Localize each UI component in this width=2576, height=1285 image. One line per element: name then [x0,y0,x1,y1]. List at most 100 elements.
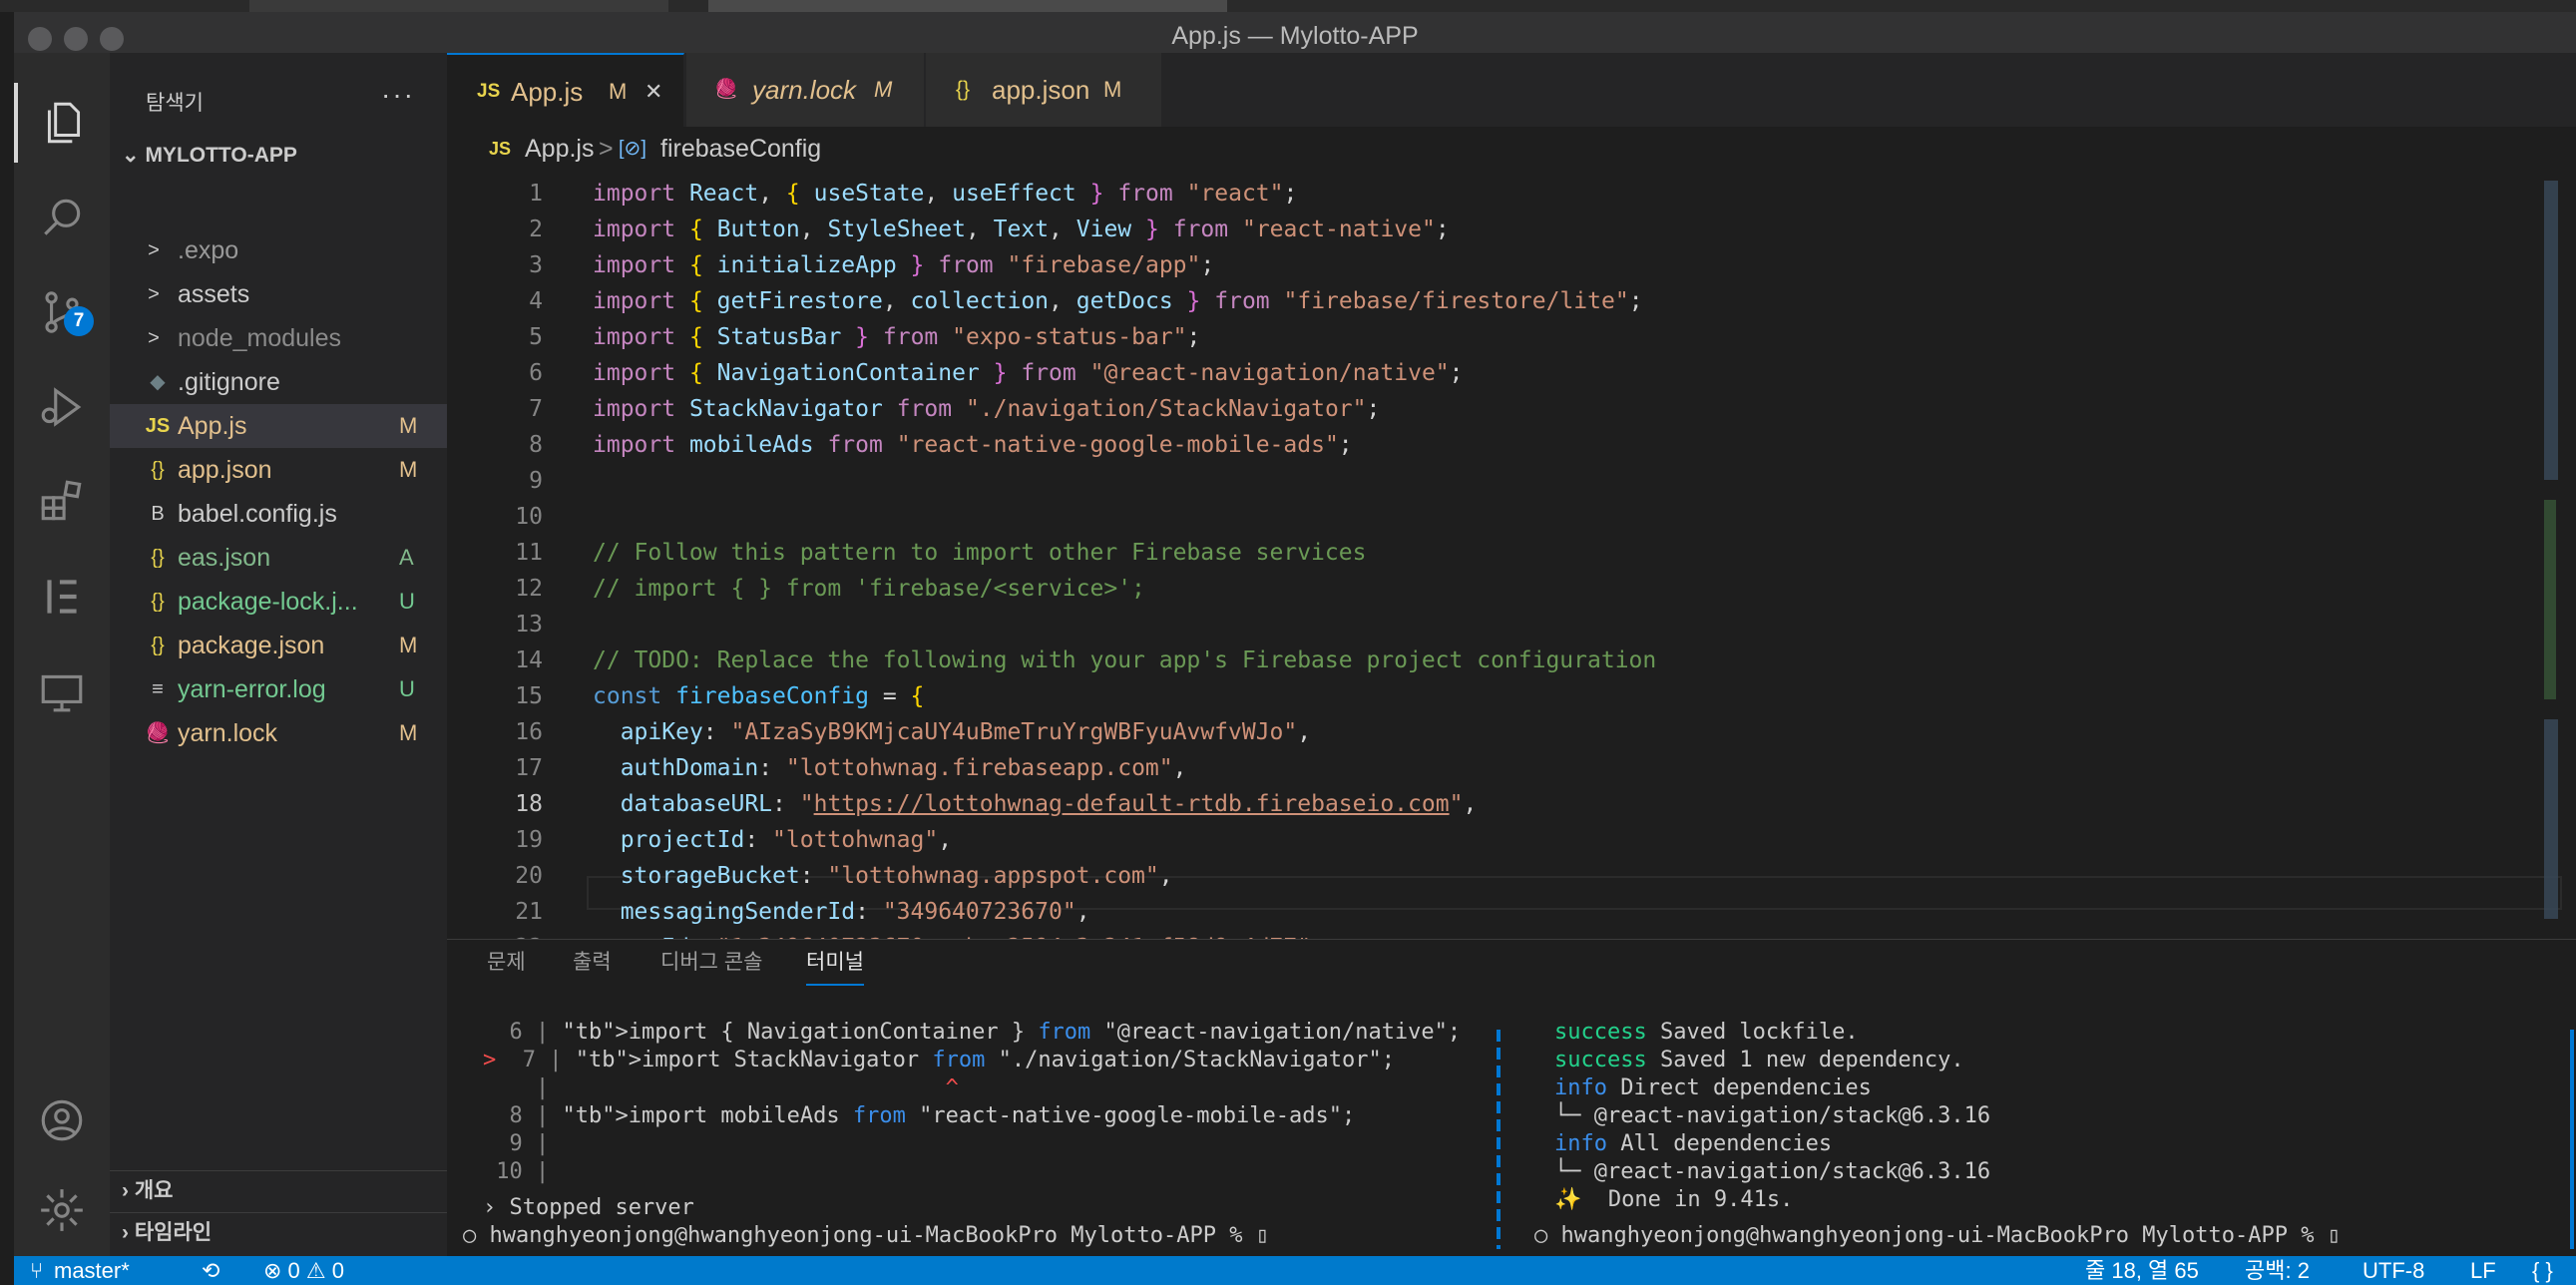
terminal-line: success Saved lockfile. [1554,1020,1859,1045]
project-folder-header[interactable]: ⌄ MYLOTTO-APP [122,143,297,168]
file-tree-item[interactable]: ≡ yarn-error.log U [110,667,447,711]
tab-label: App.js [511,77,584,107]
background-window-edge [249,0,668,12]
code-line: // import { } from 'firebase/<service>'; [593,576,1145,602]
file-tree-item[interactable]: {} package-lock.j... U [110,580,447,624]
source-control-icon[interactable] [14,272,110,352]
line-number: 13 [515,612,543,638]
file-tree-item[interactable]: > node_modules [110,316,447,360]
account-icon[interactable] [14,1080,110,1160]
breadcrumb-symbol[interactable]: firebaseConfig [660,127,821,171]
file-name: yarn.lock [178,719,278,747]
yarn-file-icon: 🧶 [714,79,738,100]
terminal-line: └─ @react-navigation/stack@6.3.16 [1554,1103,1991,1128]
indentation[interactable]: 공백: 2 [2245,1256,2310,1285]
search-icon[interactable] [14,178,110,257]
code-line: import React, { useState, useEffect } fr… [593,181,1298,207]
terminal-scrollbar[interactable] [2570,1030,2574,1249]
file-name: package.json [178,632,325,659]
minimap-preview [2544,181,2558,919]
file-tree-item[interactable]: {} app.json M [110,448,447,492]
terminal-prompt[interactable]: ○ hwanghyeonjong@hwanghyeonjong-ui-MacBo… [1534,1223,2341,1248]
line-number: 15 [515,683,543,709]
chevron-right-icon: › [122,1179,129,1202]
code-line: projectId: "lottohwnag", [620,827,953,853]
encoding[interactable]: UTF-8 [2362,1256,2424,1285]
run-debug-icon[interactable] [14,367,110,447]
settings-gear-icon[interactable] [14,1170,110,1250]
file-tree-item[interactable]: 🧶 yarn.lock M [110,711,447,755]
file-tree-item[interactable]: > .expo [110,228,447,272]
extensions-icon[interactable] [14,462,110,542]
remote-explorer-icon[interactable] [14,651,110,731]
file-tree-item[interactable]: {} package.json M [110,624,447,667]
code-line: import { initializeApp } from "firebase/… [593,252,1215,278]
line-number: 9 [529,468,543,494]
desktop-background [0,0,2576,12]
tab-output[interactable]: 출력 [573,940,612,986]
file-name: assets [178,280,250,308]
problems-count[interactable]: ⊗ 0 ⚠ 0 [263,1256,344,1285]
tab-terminal[interactable]: 터미널 [806,940,864,986]
line-number: 7 [529,396,543,422]
cursor-position[interactable]: 줄 18, 열 65 [2085,1256,2199,1285]
json-file-icon: {} [956,78,971,101]
timeline-section[interactable]: › 타임라인 [110,1212,447,1253]
file-tree-item[interactable]: {} eas.json A [110,536,447,580]
file-name: node_modules [178,324,342,352]
chevron-right-icon: > [148,239,160,261]
git-branch[interactable]: master* [54,1256,130,1285]
line-number: 4 [529,288,543,314]
line-number: 5 [529,324,543,350]
file-name: babel.config.js [178,500,337,528]
tab-problems[interactable]: 문제 [487,940,526,986]
code-line: import { getFirestore, collection, getDo… [593,288,1643,314]
minimap[interactable] [2542,171,2562,939]
sync-icon[interactable]: ⟲ [202,1256,219,1285]
code-line: const firebaseConfig = { [593,683,925,709]
tab-yarn-lock[interactable]: 🧶 yarn.lock M [686,53,925,127]
more-actions-button[interactable]: ··· [381,79,415,111]
file-tree-item[interactable]: ◆ .gitignore [110,360,447,404]
elementor-icon[interactable] [14,557,110,637]
code-line: import StackNavigator from "./navigation… [593,396,1381,422]
line-number: 14 [515,647,543,673]
line-number: 19 [515,827,543,853]
line-number: 3 [529,252,543,278]
breadcrumb-file[interactable]: App.js [525,127,594,171]
file-type-icon: {} [151,547,165,569]
line-number: 2 [529,216,543,242]
line-ending[interactable]: LF [2470,1256,2496,1285]
javascript-file-icon: JS [489,139,512,159]
activity-bar: 7 [14,53,110,1256]
explorer-sidebar: 탐색기 ··· ⌄ MYLOTTO-APP > .expo > assets > node… [110,53,447,1256]
code-editor[interactable]: 1 import React, { useState, useEffect } f… [447,171,2576,939]
tab-app-js[interactable]: JS App.js M ✕ [447,53,684,127]
file-tree-item[interactable]: Bbabel.config.js [110,492,447,536]
tab-status: M [874,77,893,102]
code-line: apiKey: "AIzaSyB9KMjcaUY4uBmeTruYrgWBFyu… [620,719,1312,745]
explorer-icon[interactable] [14,83,110,163]
variable-symbol-icon: [⊘] [619,138,646,160]
close-tab-icon[interactable]: ✕ [644,55,662,129]
file-tree-item[interactable]: > assets [110,272,447,316]
line-number: 10 [515,504,543,530]
code-line: // Follow this pattern to import other F… [593,540,1367,566]
file-name: eas.json [178,544,271,572]
language-mode[interactable]: { } [2532,1256,2553,1285]
line-number: 11 [515,540,543,566]
terminal-line: > 7 | "tb">import StackNavigator from ".… [483,1048,1395,1072]
file-tree-item[interactable]: JS App.js M [110,404,447,448]
tab-app-json[interactable]: {} app.json M [926,53,1162,127]
outline-section[interactable]: › 개요 [110,1170,447,1211]
git-status: M [399,720,418,745]
terminal-split-divider[interactable] [1497,1030,1501,1249]
source-control-badge: 7 [64,306,94,336]
background-window-edge [708,0,1227,12]
line-number: 12 [515,576,543,602]
code-line: import { NavigationContainer } from "@re… [593,360,1464,386]
terminal-line: info Direct dependencies [1554,1075,1872,1100]
tab-debug-console[interactable]: 디버그 콘솔 [660,940,762,986]
line-number: 1 [529,181,543,207]
terminal-prompt[interactable]: ○ hwanghyeonjong@hwanghyeonjong-ui-MacBo… [463,1223,1269,1248]
